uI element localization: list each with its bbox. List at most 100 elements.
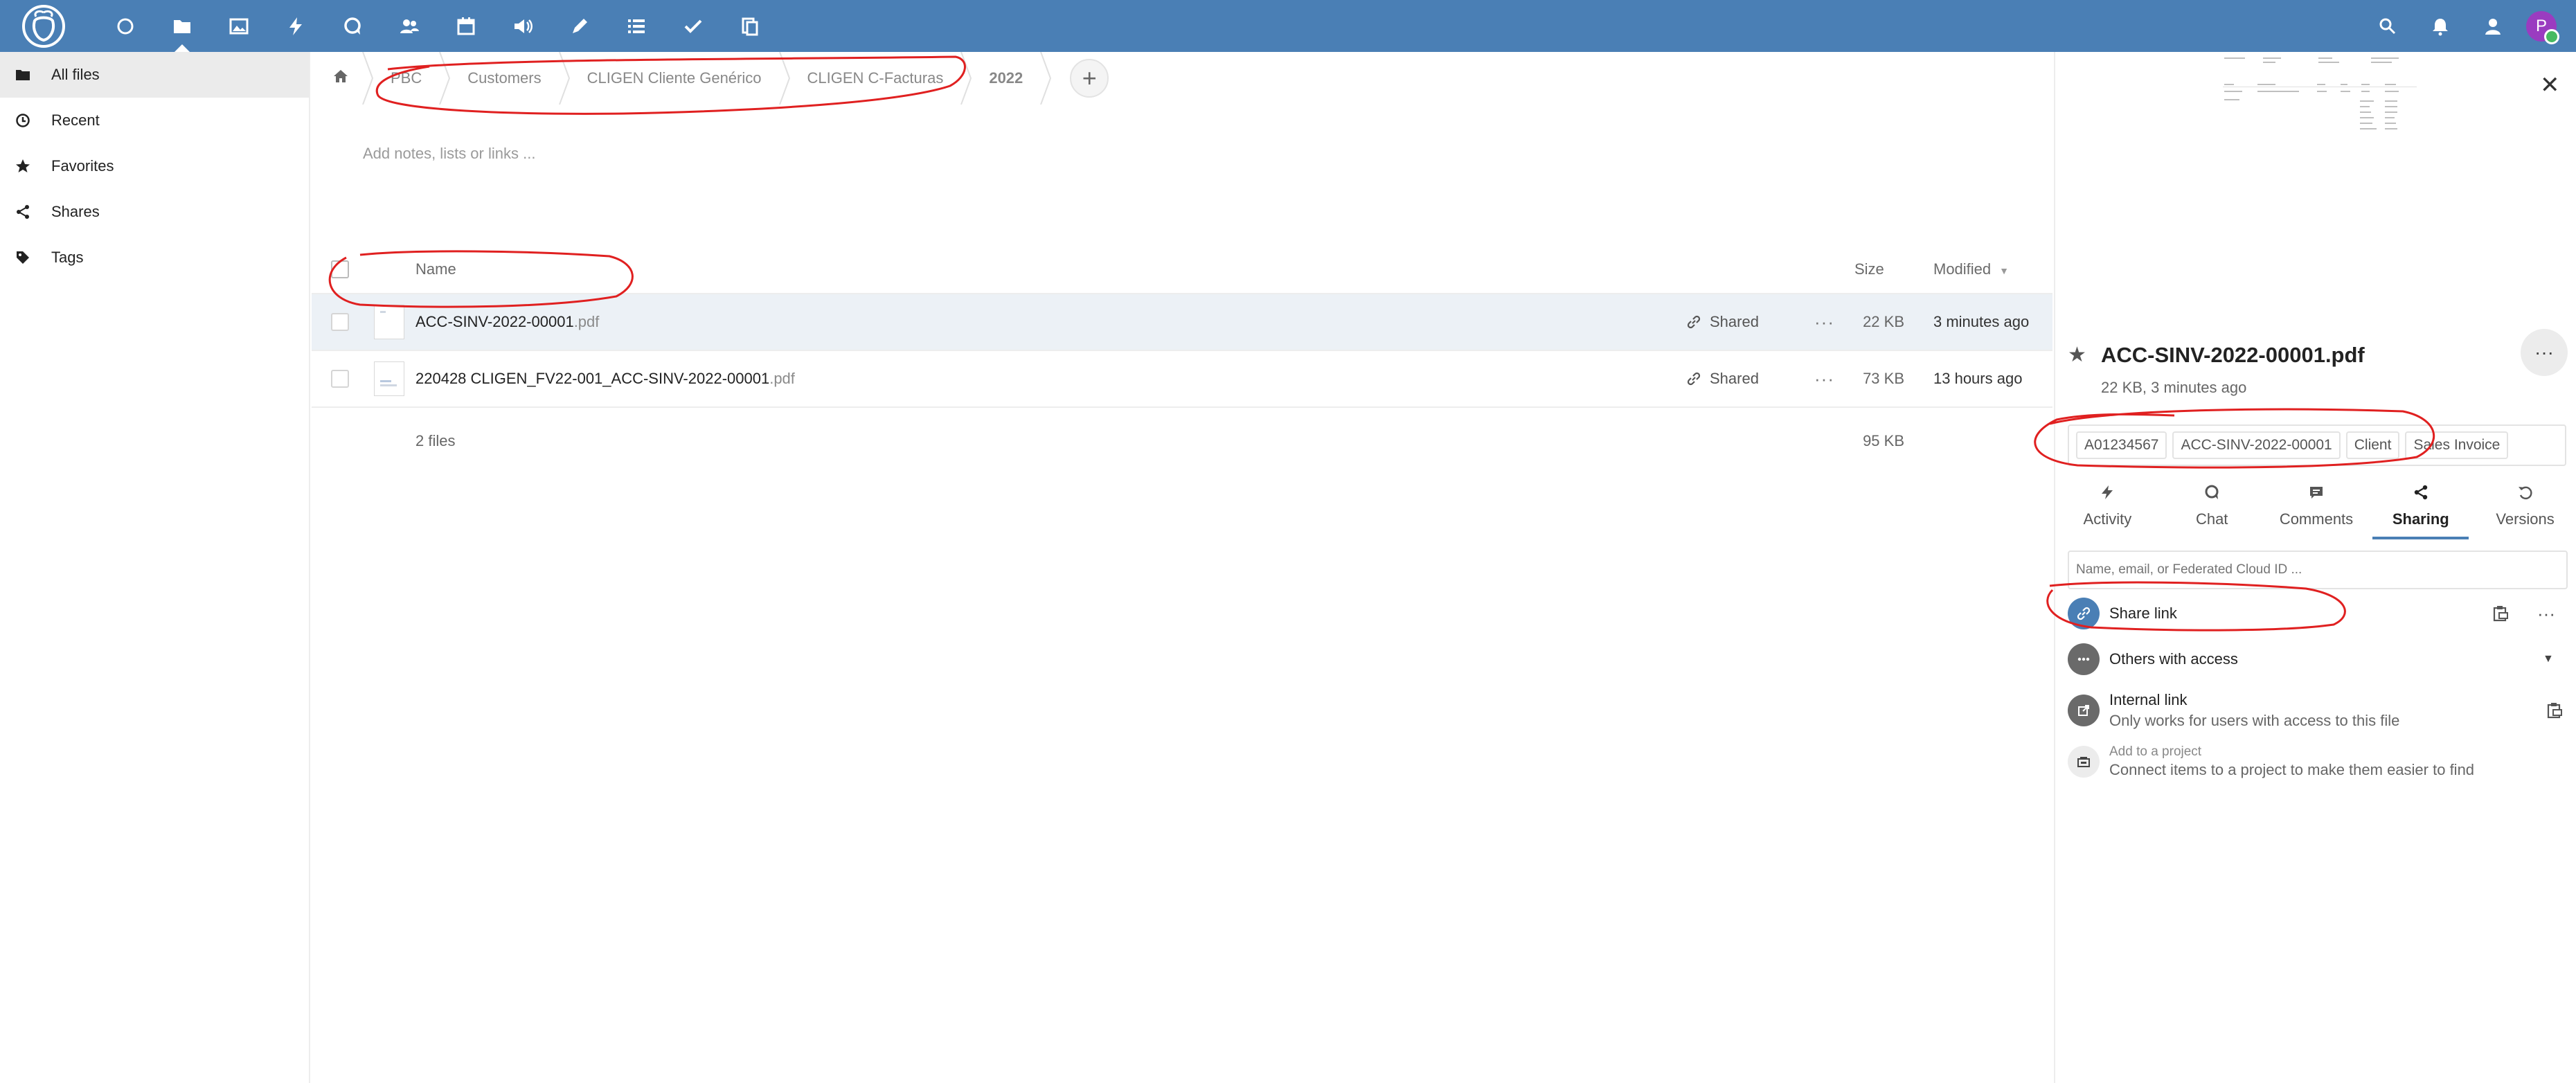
sidebar-item-tags[interactable]: Tags [0, 235, 309, 280]
file-list-area: PBC Customers CLIGEN Cliente Genérico CL… [312, 52, 2052, 1083]
sidebar-item-label: Recent [51, 111, 100, 129]
file-size: 22 KB [1863, 313, 1904, 330]
bell-icon[interactable] [2414, 0, 2467, 52]
rich-workspace-placeholder[interactable]: Add notes, lists or links ... [363, 145, 535, 163]
details-sidebar: ✕ ★ ACC-SINV-2022-00001.pdf ··· 22 KB, 3… [2054, 52, 2576, 1083]
file-name[interactable]: ACC-SINV-2022-00001.pdf [415, 313, 599, 331]
breadcrumb-item[interactable]: CLIGEN C-Facturas [791, 52, 973, 105]
tab-versions[interactable]: Versions [2473, 473, 2576, 539]
file-modified: 13 hours ago [1933, 370, 2023, 387]
share-icon [2414, 485, 2427, 500]
column-modified[interactable]: Modified ▼ [1933, 260, 2009, 278]
calendar-icon[interactable] [438, 0, 494, 52]
tab-label: Versions [2496, 510, 2555, 528]
share-status-label: Shared [1710, 313, 1759, 330]
chevron-down-icon[interactable]: ▼ [2543, 653, 2554, 665]
search-icon[interactable] [2361, 0, 2414, 52]
talk-icon[interactable] [324, 0, 381, 52]
tab-sharing[interactable]: Sharing [2368, 473, 2473, 539]
tab-label: Chat [2195, 510, 2228, 528]
share-link-row[interactable]: Share link ··· [2068, 591, 2568, 636]
share-status[interactable]: Shared [1686, 313, 1759, 331]
table-row[interactable]: ACC-SINV-2022-00001.pdf Shared ··· 22 KB… [312, 294, 2052, 351]
app-navigation [97, 0, 778, 52]
share-status[interactable]: Shared [1686, 370, 1759, 388]
row-actions-icon[interactable]: ··· [1814, 368, 1834, 390]
sidebar-item-label: All files [51, 66, 100, 83]
sidebar-item-shares[interactable]: Shares [0, 189, 309, 235]
breadcrumb-item[interactable]: Customers [451, 52, 570, 105]
internal-link-row[interactable]: Internal link Only works for users with … [2068, 682, 2568, 739]
details-tabs: Activity Chat Comments Sharing Versions [2055, 473, 2576, 539]
close-icon[interactable]: ✕ [2540, 71, 2560, 99]
breadcrumb-item[interactable]: CLIGEN Cliente Genérico [571, 52, 791, 105]
tasks-list-icon[interactable] [608, 0, 665, 52]
avatar[interactable]: P [2526, 10, 2559, 44]
others-with-access-row[interactable]: Others with access ▼ [2068, 636, 2568, 682]
row-checkbox[interactable] [331, 370, 349, 388]
photos-icon[interactable] [211, 0, 267, 52]
select-all-checkbox[interactable] [331, 260, 349, 278]
tab-label: Comments [2279, 510, 2354, 528]
file-name[interactable]: 220428 CLIGEN_FV22-001_ACC-SINV-2022-000… [415, 370, 795, 388]
breadcrumb-label: 2022 [989, 69, 1023, 87]
table-header: Name Size Modified ▼ [312, 246, 2052, 294]
deck-icon[interactable] [665, 0, 722, 52]
row-actions-icon[interactable]: ··· [1814, 312, 1834, 333]
notes-icon[interactable] [551, 0, 608, 52]
add-to-project-description: Connect items to a project to make them … [2109, 761, 2475, 778]
breadcrumb-label: PBC [391, 69, 422, 87]
breadcrumb-label: CLIGEN Cliente Genérico [587, 69, 762, 87]
project-icon [2068, 746, 2100, 778]
file-preview-thumbnail[interactable] [2221, 56, 2422, 160]
tag-chip[interactable]: Client [2345, 431, 2400, 459]
column-name[interactable]: Name [415, 260, 456, 278]
dashboard-icon[interactable] [97, 0, 154, 52]
activity-icon[interactable] [267, 0, 324, 52]
breadcrumb-separator [960, 52, 972, 105]
share-link-label: Share link [2109, 605, 2177, 622]
nextcloud-logo[interactable] [18, 3, 69, 48]
file-size: 73 KB [1863, 370, 1904, 387]
breadcrumb-current[interactable]: 2022 [972, 52, 1052, 105]
tab-label: Activity [2083, 510, 2132, 528]
share-link-menu-icon[interactable]: ··· [2537, 603, 2555, 625]
details-more-icon[interactable]: ··· [2521, 329, 2568, 376]
total-size: 95 KB [1863, 432, 1904, 449]
sidebar-item-label: Favorites [51, 157, 114, 174]
sidebar-item-favorites[interactable]: Favorites [0, 143, 309, 189]
sidebar-item-all-files[interactable]: All files [0, 52, 309, 98]
breadcrumb-home[interactable] [325, 52, 374, 105]
breadcrumb-item[interactable]: PBC [374, 52, 451, 105]
copy-internal-link-icon[interactable] [2546, 701, 2564, 719]
tab-chat[interactable]: Chat [2160, 473, 2264, 539]
add-to-project-row[interactable]: Add to a project Connect items to a proj… [2068, 733, 2568, 790]
table-row[interactable]: 220428 CLIGEN_FV22-001_ACC-SINV-2022-000… [312, 351, 2052, 408]
link-icon [1687, 315, 1701, 329]
sort-caret-icon: ▼ [1999, 265, 2010, 276]
link-icon [2068, 598, 2100, 629]
file-basename: ACC-SINV-2022-00001 [415, 313, 574, 330]
column-size[interactable]: Size [1854, 260, 1884, 278]
audio-icon[interactable] [494, 0, 551, 52]
header-right: P [2361, 0, 2576, 52]
tab-comments[interactable]: Comments [2264, 473, 2369, 539]
new-file-button[interactable]: + [1070, 59, 1109, 98]
system-tags-input[interactable]: A01234567 ACC-SINV-2022-00001 Client Sal… [2068, 424, 2566, 466]
row-checkbox[interactable] [331, 313, 349, 331]
breadcrumb-label: CLIGEN C-Facturas [807, 69, 944, 87]
tag-chip[interactable]: A01234567 [2076, 431, 2167, 459]
contacts-menu-icon[interactable] [2467, 0, 2519, 52]
contacts-icon[interactable] [381, 0, 438, 52]
sidebar-item-recent[interactable]: Recent [0, 98, 309, 143]
file-extension: .pdf [573, 313, 600, 330]
documents-icon[interactable] [722, 0, 778, 52]
tag-chip[interactable]: Sales Invoice [2405, 431, 2509, 459]
copy-link-icon[interactable] [2492, 605, 2510, 623]
share-recipient-input[interactable] [2068, 551, 2568, 589]
breadcrumb: PBC Customers CLIGEN Cliente Genérico CL… [312, 52, 1109, 105]
tab-activity[interactable]: Activity [2055, 473, 2160, 539]
tag-chip[interactable]: ACC-SINV-2022-00001 [2172, 431, 2341, 459]
files-icon[interactable] [154, 0, 211, 52]
star-icon[interactable]: ★ [2068, 343, 2086, 367]
